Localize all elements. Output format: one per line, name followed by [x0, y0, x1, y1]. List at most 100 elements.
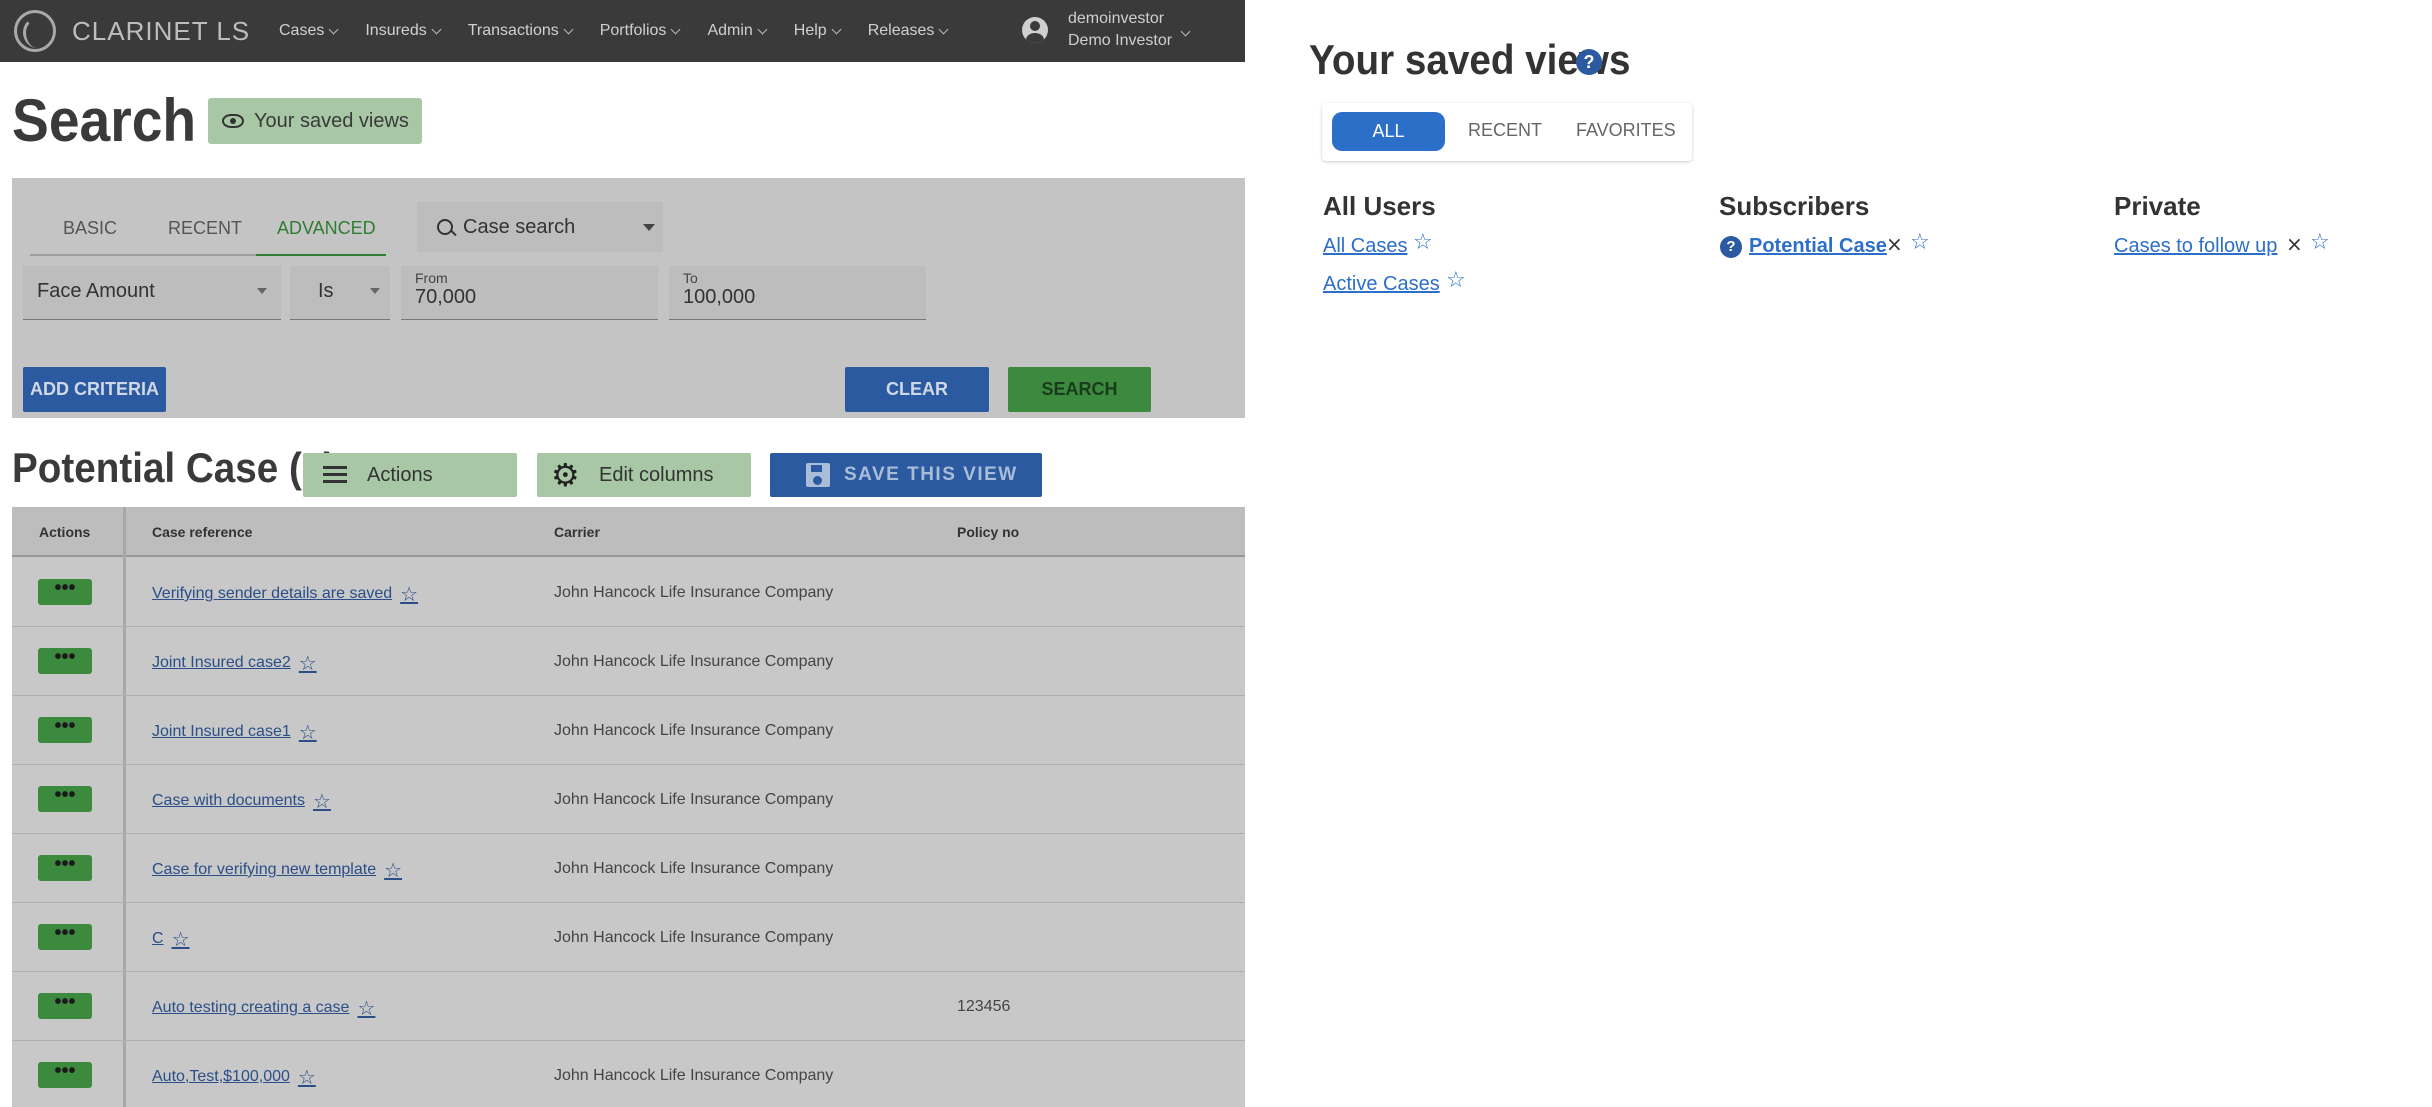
case-reference-text: Joint Insured case1 — [152, 723, 291, 740]
column-header-actions[interactable]: Actions — [39, 524, 90, 540]
row-actions-button[interactable]: ••• — [38, 785, 92, 812]
nav-releases[interactable]: Releases — [867, 22, 949, 40]
star-icon[interactable]: ☆ — [384, 858, 402, 882]
star-icon[interactable]: ☆ — [313, 789, 331, 813]
column-header-policy-no[interactable]: Policy no — [957, 524, 1019, 540]
nav-transactions-label: Transactions — [467, 22, 559, 39]
user-menu[interactable]: demoinvestor Demo Investor — [1022, 8, 1191, 52]
tab-basic[interactable]: BASIC — [63, 218, 117, 239]
nav-portfolios[interactable]: Portfolios — [600, 22, 681, 40]
row-actions-button[interactable]: ••• — [38, 647, 92, 674]
menu-icon — [323, 466, 347, 484]
nav-releases-label: Releases — [867, 22, 935, 39]
nav-transactions[interactable]: Transactions — [467, 22, 574, 40]
search-button[interactable]: SEARCH — [1008, 367, 1151, 412]
group-heading-all-users: All Users — [1323, 191, 1436, 221]
save-view-button[interactable]: SAVE THIS VIEW — [770, 453, 1042, 497]
chevron-down-icon — [938, 24, 949, 34]
chevron-down-icon — [1180, 26, 1191, 36]
chevron-down-icon — [563, 24, 574, 34]
help-icon[interactable]: ? — [1576, 49, 1602, 75]
results-title: Potential Case (8) — [12, 444, 337, 491]
chevron-down-icon — [757, 24, 768, 34]
star-icon[interactable]: ☆ — [1910, 230, 1930, 255]
star-icon[interactable]: ☆ — [1413, 230, 1433, 255]
row-actions-button[interactable]: ••• — [38, 578, 92, 605]
case-reference-link[interactable]: Joint Insured case1 ☆ — [152, 720, 317, 744]
nav-cases-label: Cases — [279, 22, 325, 39]
help-icon[interactable]: ? — [1720, 236, 1742, 258]
row-actions-button[interactable]: ••• — [38, 854, 92, 881]
row-actions-button[interactable]: ••• — [38, 716, 92, 743]
from-input[interactable]: From 70,000 — [401, 266, 658, 320]
close-icon[interactable]: × — [1886, 232, 1903, 256]
nav-help[interactable]: Help — [794, 22, 842, 40]
case-reference-link[interactable]: Case with documents ☆ — [152, 789, 331, 813]
star-icon[interactable]: ☆ — [2310, 230, 2330, 255]
case-reference-text: Joint Insured case2 — [152, 654, 291, 671]
case-reference-link[interactable]: Verifying sender details are saved ☆ — [152, 582, 418, 606]
chevron-down-icon — [670, 24, 681, 34]
nav-admin[interactable]: Admin — [707, 22, 768, 40]
tab-all[interactable]: ALL — [1332, 112, 1445, 151]
add-criteria-button[interactable]: ADD CRITERIA — [23, 367, 166, 412]
to-input[interactable]: To 100,000 — [669, 266, 926, 320]
saved-view-link-potential-case[interactable]: Potential Case — [1749, 235, 1887, 258]
from-label: From — [415, 270, 448, 286]
tab-recent-views[interactable]: RECENT — [1468, 120, 1542, 141]
row-actions-button[interactable]: ••• — [38, 923, 92, 950]
policy-no-cell: 123456 — [957, 998, 1011, 1015]
case-reference-text: Case with documents — [152, 792, 305, 809]
case-reference-link[interactable]: Auto testing creating a case ☆ — [152, 996, 375, 1020]
saved-views-button[interactable]: Your saved views — [208, 98, 422, 144]
case-reference-link[interactable]: Case for verifying new template ☆ — [152, 858, 402, 882]
group-heading-subscribers: Subscribers — [1719, 191, 1870, 221]
dropdown-arrow-icon — [643, 224, 655, 231]
edit-columns-button[interactable]: Edit columns — [537, 453, 751, 497]
star-icon[interactable]: ☆ — [400, 582, 418, 606]
star-icon[interactable]: ☆ — [299, 651, 317, 675]
dropdown-arrow-icon — [370, 288, 380, 294]
column-header-case-reference[interactable]: Case reference — [152, 524, 252, 540]
criteria-field-value: Face Amount — [37, 280, 155, 302]
case-reference-link[interactable]: Auto,Test,$100,000 ☆ — [152, 1065, 316, 1089]
tab-favorites[interactable]: FAVORITES — [1576, 120, 1676, 141]
group-heading-private: Private — [2114, 191, 2201, 221]
case-search-label: Case search — [463, 215, 576, 238]
criteria-field-select[interactable]: Face Amount — [23, 266, 281, 320]
star-icon[interactable]: ☆ — [298, 1065, 316, 1089]
clear-button[interactable]: CLEAR — [845, 367, 989, 412]
search-icon — [437, 219, 453, 235]
case-search-select[interactable]: Case search — [417, 202, 663, 252]
row-actions-button[interactable]: ••• — [38, 992, 92, 1019]
star-icon[interactable]: ☆ — [1446, 268, 1466, 293]
username: demoinvestor — [1068, 10, 1165, 27]
star-icon[interactable]: ☆ — [172, 927, 190, 951]
chevron-down-icon — [328, 24, 339, 34]
case-reference-text: Verifying sender details are saved — [152, 585, 393, 602]
chevron-down-icon — [431, 24, 442, 34]
user-display-name: Demo Investor — [1068, 32, 1173, 49]
saved-view-link-cases-to-follow-up[interactable]: Cases to follow up — [2114, 235, 2277, 258]
active-tab-indicator — [256, 254, 386, 256]
case-reference-text: Case for verifying new template — [152, 861, 377, 878]
case-reference-link[interactable]: Joint Insured case2 ☆ — [152, 651, 317, 675]
star-icon[interactable]: ☆ — [357, 996, 375, 1020]
saved-view-link-all-cases[interactable]: All Cases — [1323, 235, 1407, 258]
actions-button[interactable]: Actions — [303, 453, 517, 497]
nav-cases[interactable]: Cases — [279, 22, 339, 40]
criteria-operator-select[interactable]: Is — [290, 266, 390, 320]
column-header-carrier[interactable]: Carrier — [554, 524, 600, 540]
case-reference-link[interactable]: C ☆ — [152, 927, 190, 951]
close-icon[interactable]: × — [2286, 232, 2303, 256]
nav-insureds[interactable]: Insureds — [365, 22, 442, 40]
tab-advanced[interactable]: ADVANCED — [277, 218, 376, 239]
star-icon[interactable]: ☆ — [299, 720, 317, 744]
brand-logo[interactable]: CLARINET LS — [14, 10, 250, 52]
carrier-cell: John Hancock Life Insurance Company — [554, 929, 834, 946]
row-actions-button[interactable]: ••• — [38, 1061, 92, 1088]
case-reference-text: Auto testing creating a case — [152, 999, 350, 1016]
to-label: To — [683, 270, 698, 286]
tab-recent[interactable]: RECENT — [168, 218, 242, 239]
saved-view-link-active-cases[interactable]: Active Cases — [1323, 273, 1440, 296]
